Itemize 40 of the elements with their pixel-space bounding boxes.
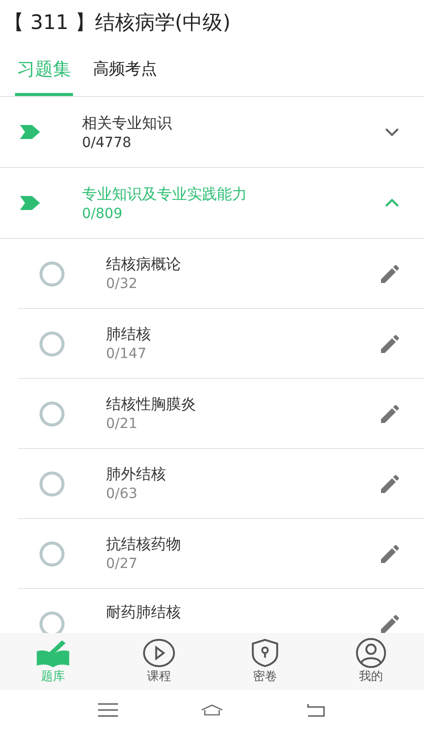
topic-count: 0/147 <box>106 346 148 362</box>
chevron-up-icon[interactable] <box>384 198 400 208</box>
circle-icon <box>38 470 66 498</box>
play-icon <box>141 638 177 668</box>
book-pencil-icon <box>35 638 71 668</box>
nav-tab[interactable]: 密卷 <box>241 633 289 690</box>
nav-tab[interactable]: 课程 <box>135 633 183 690</box>
topic-row[interactable]: 抗结核药物 0/27 <box>18 519 424 589</box>
user-icon <box>353 638 389 668</box>
chevron-flag-icon <box>20 196 40 210</box>
circle-icon <box>38 400 66 428</box>
topic-row[interactable]: 肺外结核 0/63 <box>18 449 424 519</box>
home-icon[interactable] <box>200 702 224 718</box>
topic-title: 肺外结核 <box>106 465 167 484</box>
circle-icon <box>38 260 66 288</box>
menu-icon[interactable] <box>96 702 120 718</box>
topic-title: 肺结核 <box>106 325 152 344</box>
chapter-count: 0/809 <box>82 206 124 222</box>
topic-row[interactable]: 结核病概论 0/32 <box>18 239 424 309</box>
circle-icon <box>38 540 66 568</box>
chevron-flag-icon <box>20 125 40 139</box>
topic-title: 结核病概论 <box>106 255 182 274</box>
tab[interactable]: 高频考点 <box>91 45 159 96</box>
topic-row[interactable]: 肺结核 0/147 <box>18 309 424 379</box>
topic-row[interactable]: 结核性胸膜炎 0/21 <box>18 379 424 449</box>
circle-icon <box>38 330 66 358</box>
nav-tab[interactable]: 我的 <box>347 633 395 690</box>
topic-count: 0/32 <box>106 276 138 292</box>
chapter-title: 专业知识及专业实践能力 <box>82 184 248 204</box>
topic-count: 0/21 <box>106 416 138 432</box>
chapter-title: 相关专业知识 <box>82 114 173 132</box>
chapter-row[interactable]: 相关专业知识 0/4778 <box>0 97 424 168</box>
topic-title: 抗结核药物 <box>106 535 182 554</box>
topic-title: 结核性胸膜炎 <box>106 395 197 414</box>
chevron-down-icon[interactable] <box>384 127 400 137</box>
topic-count: 0/63 <box>106 486 138 502</box>
topic-count: 0/27 <box>106 556 138 572</box>
page-title: 【 311 】结核病学(中级) <box>4 9 230 36</box>
chapter-count: 0/4778 <box>82 134 132 150</box>
topic-title: 耐药肺结核 <box>106 603 182 622</box>
